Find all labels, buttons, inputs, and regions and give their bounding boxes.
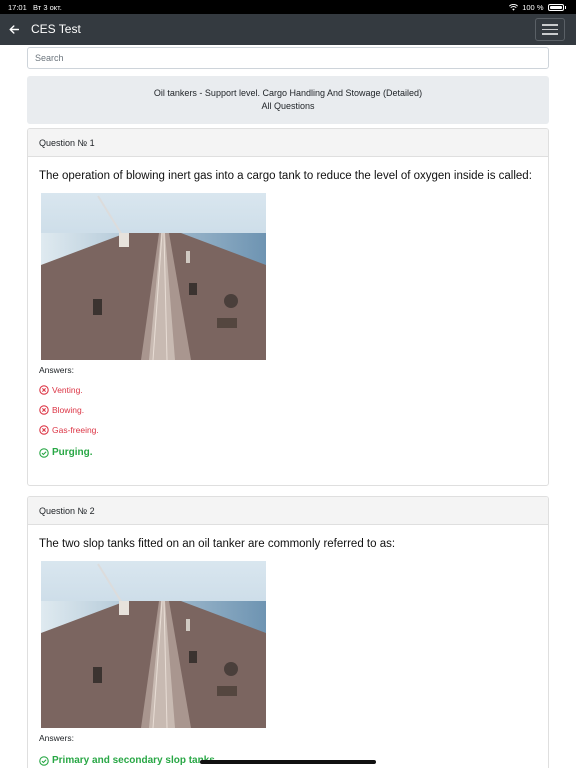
- page-title: CES Test: [31, 22, 81, 36]
- question-body: The two slop tanks fitted on an oil tank…: [28, 525, 548, 766]
- hamburger-line: [542, 33, 558, 35]
- answers-label: Answers:: [39, 365, 74, 375]
- check-circle-icon: [39, 755, 49, 766]
- battery-percent: 100 %: [522, 3, 544, 12]
- x-circle-icon: [39, 405, 49, 415]
- x-circle-icon: [39, 385, 49, 395]
- hamburger-line: [542, 28, 558, 31]
- test-title: Oil tankers - Support level. Cargo Handl…: [153, 88, 423, 98]
- tanker-deck-image: [41, 193, 266, 360]
- question-number: Question № 2: [28, 497, 548, 525]
- answers-label: Answers:: [39, 733, 74, 743]
- battery-tip: [564, 6, 566, 9]
- answer-text: Primary and secondary slop tanks: [52, 755, 215, 766]
- battery-icon: [547, 4, 564, 11]
- answer-text: Gas-freeing.: [52, 425, 99, 435]
- answer-item: Gas-freeing.: [39, 425, 537, 435]
- question-number: Question № 1: [28, 129, 548, 157]
- question-card: Question № 2 The two slop tanks fitted o…: [27, 496, 549, 768]
- check-circle-icon: [39, 447, 49, 458]
- question-text: The operation of blowing inert gas into …: [39, 170, 532, 182]
- status-right: 100 %: [509, 3, 566, 12]
- arrow-left-icon[interactable]: [6, 21, 22, 37]
- answer-item: Blowing.: [39, 405, 537, 415]
- answer-item: Venting.: [39, 385, 537, 395]
- hamburger-menu-icon: [542, 24, 558, 26]
- status-bar: 17:01 Вт 3 окт. 100 %: [0, 0, 576, 14]
- question-text: The two slop tanks fitted on an oil tank…: [39, 538, 396, 550]
- answer-text: Purging.: [52, 447, 93, 458]
- navbar: CES Test: [0, 14, 576, 45]
- question-body: The operation of blowing inert gas into …: [28, 157, 548, 458]
- status-time: 17:01: [8, 3, 27, 12]
- answer-text: Venting.: [52, 385, 83, 395]
- status-time-date: 17:01 Вт 3 окт.: [8, 3, 62, 12]
- tanker-deck-image: [41, 561, 266, 728]
- status-date: Вт 3 окт.: [33, 3, 62, 12]
- x-circle-icon: [39, 425, 49, 435]
- home-indicator[interactable]: [200, 760, 376, 764]
- question-card: Question № 1 The operation of blowing in…: [27, 128, 549, 486]
- answer-text: Blowing.: [52, 405, 85, 415]
- answer-item-correct: Purging.: [39, 447, 537, 458]
- hamburger-menu-button[interactable]: [535, 18, 565, 41]
- test-header: Oil tankers - Support level. Cargo Handl…: [27, 76, 549, 124]
- wifi-icon: [509, 4, 519, 11]
- search-input[interactable]: [27, 47, 549, 69]
- test-subtitle: All Questions: [261, 101, 315, 111]
